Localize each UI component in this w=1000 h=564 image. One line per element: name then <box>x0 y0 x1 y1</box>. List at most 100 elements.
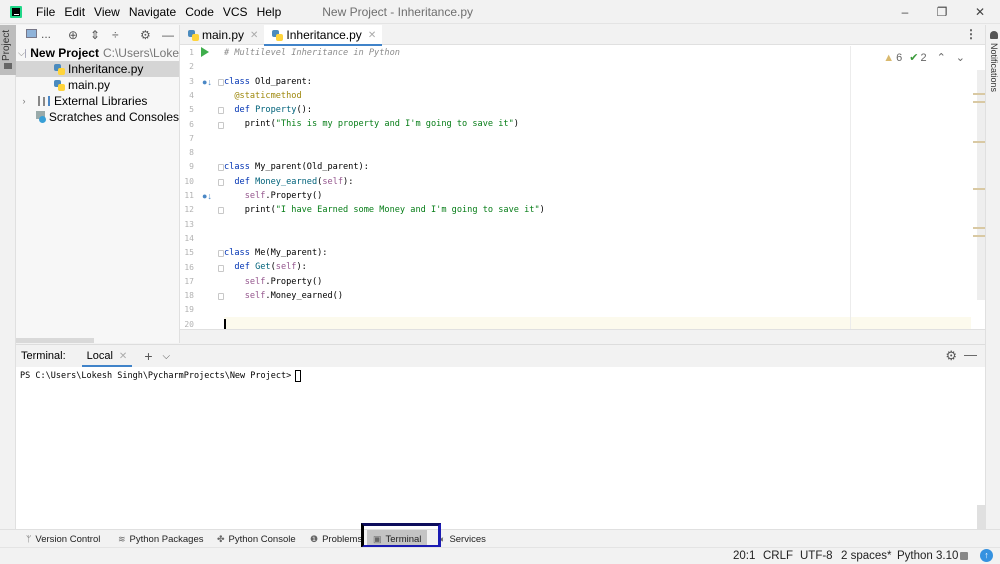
warning-marker[interactable] <box>973 227 985 229</box>
code-line[interactable] <box>224 232 971 246</box>
warning-marker[interactable] <box>973 101 985 103</box>
tool-window-python-packages[interactable]: ≋ Python Packages <box>118 530 203 548</box>
next-highlight-icon[interactable]: ⌄ <box>956 51 965 64</box>
menu-edit[interactable]: Edit <box>64 5 85 19</box>
code-line[interactable]: print("This is my property and I'm going… <box>224 117 971 131</box>
menu-code[interactable]: Code <box>185 5 214 19</box>
inspection-widget[interactable]: ▲ 6 ✔ 2 ⌃ ⌄ <box>883 51 965 65</box>
tree-item-scratches[interactable]: Scratches and Consoles <box>16 109 179 125</box>
warning-marker[interactable] <box>973 141 985 143</box>
tool-window-services[interactable]: ◐ Services <box>440 530 486 548</box>
warning-marker[interactable] <box>973 235 985 237</box>
code-line[interactable]: print("I have Earned some Money and I'm … <box>224 203 971 217</box>
minimize-icon: – <box>901 5 909 19</box>
fold-marker-icon[interactable] <box>218 178 224 186</box>
code-line[interactable] <box>224 132 971 146</box>
menu-help[interactable]: Help <box>257 5 282 19</box>
tool-window-version-control[interactable]: ᛘ Version Control <box>26 530 100 548</box>
restore-button[interactable]: ❐ <box>922 0 962 24</box>
chevron-right-icon[interactable]: › <box>18 96 30 106</box>
code-line[interactable]: class Old_parent: <box>224 75 971 89</box>
project-tool-button[interactable]: Project <box>0 25 16 75</box>
code-line[interactable] <box>224 146 971 160</box>
project-view-dropdown[interactable]: ... <box>41 27 51 41</box>
code-line[interactable]: class My_parent(Old_parent): <box>224 160 971 174</box>
tree-item-external-libraries[interactable]: › External Libraries <box>16 93 179 109</box>
code-token: ) <box>513 119 519 130</box>
new-terminal-plus-icon[interactable]: + <box>144 348 152 364</box>
code-line[interactable] <box>224 303 971 317</box>
tool-window-label: Python Console <box>228 533 296 545</box>
lock-icon[interactable] <box>960 552 968 560</box>
file-encoding[interactable]: UTF-8 <box>800 548 833 564</box>
menu-view[interactable]: View <box>94 5 120 19</box>
code-line[interactable]: @staticmethod <box>224 89 971 103</box>
python-interpreter[interactable]: Python 3.10 <box>897 548 958 564</box>
code-line[interactable] <box>224 60 971 74</box>
terminal-vertical-scrollbar[interactable] <box>977 505 985 529</box>
warning-marker[interactable] <box>973 93 985 95</box>
code-line[interactable]: def Property(): <box>224 103 971 117</box>
tool-window-problems[interactable]: ❶ Problems <box>310 530 362 548</box>
close-button[interactable]: ✕ <box>960 0 1000 24</box>
run-icon[interactable] <box>201 47 209 57</box>
code-area[interactable]: # Multilevel Inheritance in Python class … <box>224 46 971 343</box>
close-tab-icon[interactable]: ✕ <box>368 30 376 41</box>
fold-marker-icon[interactable] <box>218 164 224 172</box>
folder-icon <box>4 63 12 69</box>
line-number: 4 <box>189 90 194 100</box>
fold-marker-icon[interactable] <box>218 293 224 301</box>
warning-marker[interactable] <box>973 188 985 190</box>
minimize-button[interactable]: – <box>885 0 925 24</box>
code-line[interactable]: class Me(My_parent): <box>224 246 971 260</box>
hide-panel-icon[interactable]: — <box>964 347 977 362</box>
indent-setting[interactable]: 2 spaces* <box>841 548 892 564</box>
editor-horizontal-scrollbar[interactable] <box>180 329 985 343</box>
tab-main-py[interactable]: main.py ✕ <box>180 25 264 45</box>
fold-marker-icon[interactable] <box>218 207 224 215</box>
fold-marker-icon[interactable] <box>218 107 224 115</box>
close-tab-icon[interactable]: ✕ <box>119 351 127 362</box>
tree-item-new-project[interactable]: ⌵ New Project C:\Users\Loke <box>16 45 179 61</box>
fold-marker-icon[interactable] <box>218 78 224 86</box>
terminal-output[interactable]: PS C:\Users\Lokesh Singh\PycharmProjects… <box>16 367 985 385</box>
fold-marker-icon[interactable] <box>218 121 224 129</box>
more-options-icon[interactable]: ⋮ <box>965 27 977 41</box>
code-line[interactable] <box>224 218 971 232</box>
terminal-tab-local[interactable]: Local ✕ <box>81 345 133 367</box>
fold-marker-icon[interactable] <box>218 264 224 272</box>
overridden-method-icon[interactable]: ●↓ <box>202 77 212 87</box>
expand-all-icon[interactable]: ⇕ <box>90 28 100 42</box>
line-separator[interactable]: CRLF <box>763 548 793 564</box>
cursor-position[interactable]: 20:1 <box>733 548 755 564</box>
menu-vcs[interactable]: VCS <box>223 5 248 19</box>
settings-gear-icon[interactable]: ⚙ <box>945 348 957 364</box>
collapse-all-icon[interactable]: ÷ <box>112 28 119 42</box>
project-horizontal-scrollbar[interactable] <box>16 338 94 343</box>
fold-marker-icon[interactable] <box>218 250 224 258</box>
code-line[interactable]: def Get(self): <box>224 260 971 274</box>
code-line[interactable]: # Multilevel Inheritance in Python <box>224 46 971 60</box>
overridden-method-icon[interactable]: ●↓ <box>202 191 212 201</box>
tab-inheritance-py[interactable]: Inheritance.py ✕ <box>264 25 383 46</box>
editor-vertical-scrollbar[interactable] <box>973 70 985 300</box>
code-line[interactable]: def Money_earned(self): <box>224 175 971 189</box>
hide-panel-icon[interactable]: — <box>162 28 174 42</box>
menu-navigate[interactable]: Navigate <box>129 5 176 19</box>
code-line[interactable]: self.Money_earned() <box>224 289 971 303</box>
chevron-down-icon[interactable]: ⌵ <box>163 351 171 362</box>
tree-item-inheritance-py[interactable]: Inheritance.py <box>16 61 179 77</box>
previous-highlight-icon[interactable]: ⌃ <box>937 51 946 64</box>
code-line[interactable]: self.Property() <box>224 275 971 289</box>
settings-gear-icon[interactable]: ⚙ <box>140 28 151 42</box>
menu-file[interactable]: File <box>36 5 55 19</box>
project-view-icon[interactable] <box>26 29 37 38</box>
locate-file-icon[interactable]: ⊕ <box>68 28 78 42</box>
notifications-tool-button[interactable]: Notifications <box>988 31 999 101</box>
tree-item-main-py[interactable]: main.py <box>16 77 179 93</box>
tool-window-python-console[interactable]: ✤ Python Console <box>217 530 296 548</box>
code-line[interactable]: self.Property() <box>224 189 971 203</box>
chevron-down-icon[interactable]: ⌵ <box>18 48 25 59</box>
update-icon[interactable]: ↑ <box>980 549 993 562</box>
close-tab-icon[interactable]: ✕ <box>250 30 258 41</box>
